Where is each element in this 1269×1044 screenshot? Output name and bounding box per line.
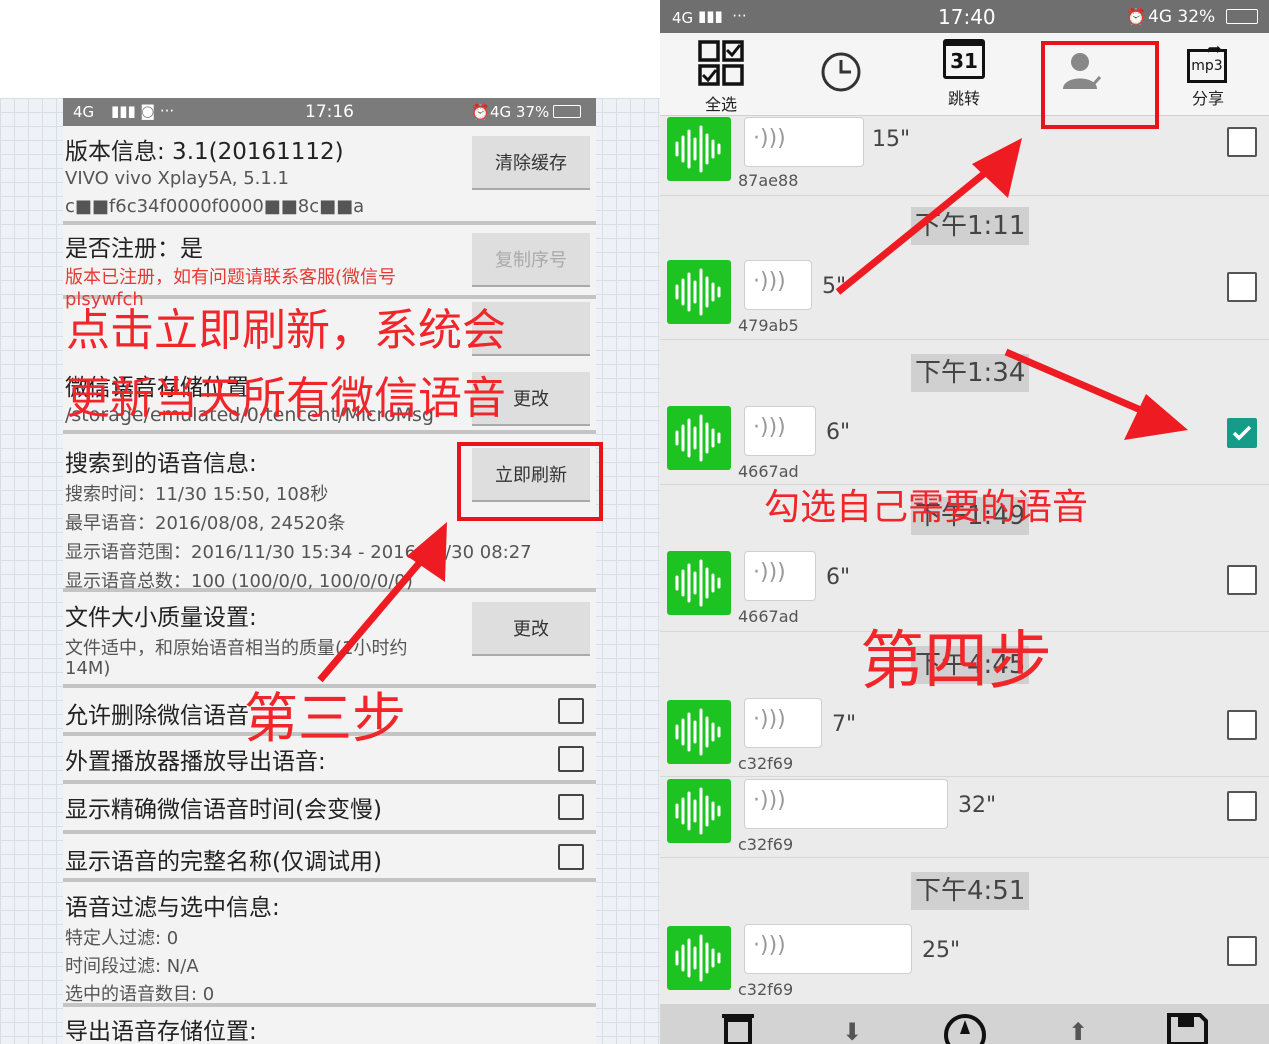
arrow-to-checkbox-icon	[1004, 348, 1188, 440]
step-four-label: 第四步	[860, 625, 1052, 699]
arrow-to-refresh-icon	[317, 522, 447, 683]
refresh-hint-line1: 点击立即刷新，系统会	[66, 305, 506, 356]
select-hint-label: 勾选自己需要的语音	[764, 487, 1089, 528]
step-three-label: 第三步	[244, 687, 406, 750]
refresh-hint-line2: 更新当天所有微信语音	[66, 373, 506, 424]
arrow-to-filter-icon	[835, 138, 1022, 295]
